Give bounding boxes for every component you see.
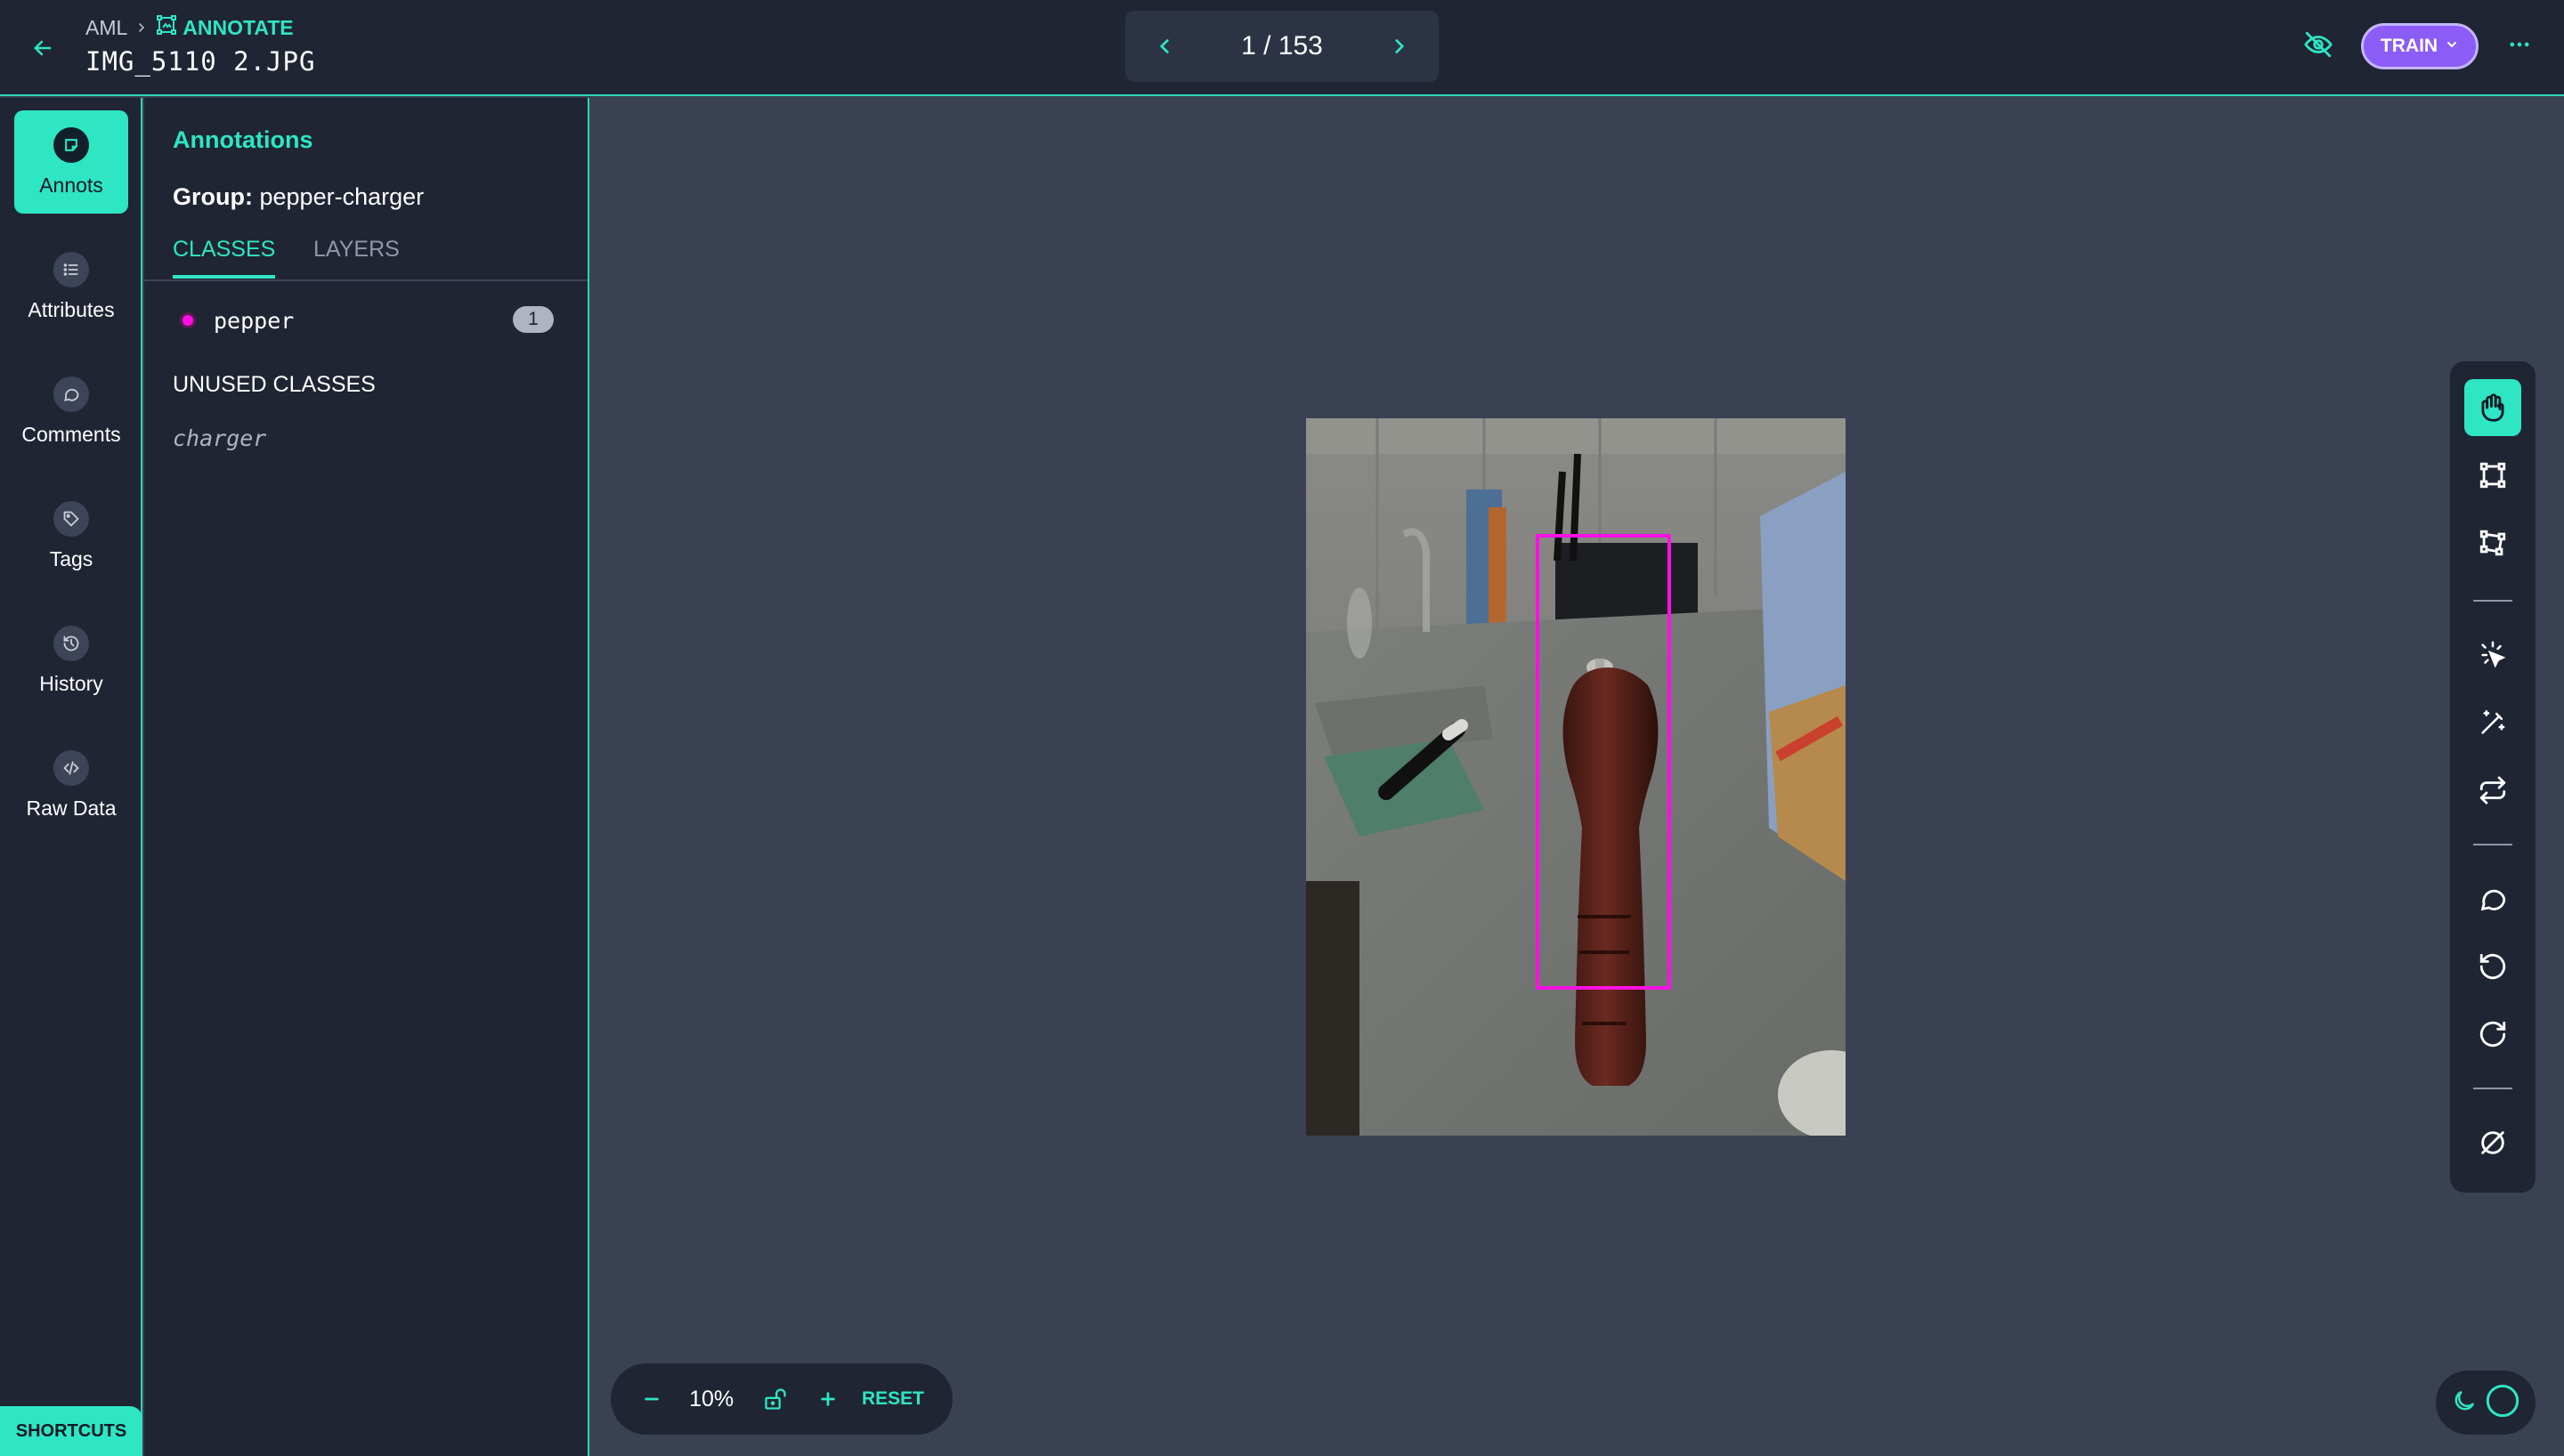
next-image-icon[interactable] <box>1383 30 1416 62</box>
annotations-panel: Annotations Group: pepper-charger CLASSE… <box>144 98 589 1456</box>
toolbar-divider <box>2473 600 2512 602</box>
zoom-controls: 10% RESET <box>611 1363 953 1435</box>
toolbar-divider <box>2473 844 2512 845</box>
polygon-icon[interactable] <box>2464 514 2521 571</box>
panel-title: Annotations <box>173 126 313 153</box>
unused-classes-title: UNUSED CLASSES <box>173 372 376 397</box>
class-color-dot <box>180 312 196 328</box>
more-options-icon[interactable] <box>2502 27 2537 62</box>
shortcuts-button[interactable]: SHORTCUTS <box>0 1406 142 1456</box>
train-button[interactable]: TRAIN <box>2361 23 2479 69</box>
toggle-knob-icon <box>2485 1383 2520 1423</box>
list-icon <box>53 251 89 287</box>
nav-item-attributes[interactable]: Attributes <box>14 235 128 338</box>
group-line: Group: pepper-charger <box>173 183 424 211</box>
hand-icon[interactable] <box>2464 379 2521 436</box>
class-name: pepper <box>214 307 295 334</box>
comment-icon <box>53 376 89 412</box>
comment-icon[interactable] <box>2464 870 2521 927</box>
magic-select-icon[interactable] <box>2464 627 2521 684</box>
nav-item-raw-data[interactable]: Raw Data <box>14 733 128 837</box>
hide-annotations-icon[interactable] <box>2300 27 2336 62</box>
nav-item-label: History <box>39 671 103 695</box>
history-icon <box>53 625 89 661</box>
undo-icon[interactable] <box>2464 938 2521 995</box>
unused-class-item[interactable]: charger <box>173 425 266 451</box>
file-title: IMG_5110 2.JPG <box>85 46 316 77</box>
clear-icon[interactable] <box>2464 1114 2521 1171</box>
breadcrumb: AML ANNOTATE <box>85 14 294 41</box>
breadcrumb-current-label: ANNOTATE <box>183 15 294 39</box>
toolbar-divider <box>2473 1088 2512 1089</box>
zoom-in-icon[interactable] <box>815 1385 840 1413</box>
group-value: pepper-charger <box>259 183 425 210</box>
nav-item-label: Attributes <box>28 297 115 321</box>
annotation-icon <box>53 126 89 163</box>
image-pager: 1 / 153 <box>1125 11 1439 82</box>
nav-item-annots[interactable]: Annots <box>14 110 128 214</box>
top-header: AML ANNOTATE IMG_5110 2.JPG 1 / 153 TRAI… <box>0 0 2564 96</box>
tool-palette <box>2450 361 2536 1193</box>
redo-icon[interactable] <box>2464 1006 2521 1063</box>
theme-toggle[interactable] <box>2436 1371 2536 1435</box>
nav-item-label: Comments <box>21 422 121 446</box>
chevron-down-icon <box>2445 36 2459 57</box>
unlock-icon[interactable] <box>762 1384 789 1414</box>
nav-item-tags[interactable]: Tags <box>14 484 128 587</box>
pager-label: 1 / 153 <box>1241 31 1323 61</box>
magic-wand-icon[interactable] <box>2464 694 2521 751</box>
annotate-icon <box>156 14 177 41</box>
code-icon <box>53 749 89 786</box>
bounding-box-icon[interactable] <box>2464 447 2521 504</box>
tab-classes[interactable]: CLASSES <box>173 237 276 279</box>
breadcrumb-current: ANNOTATE <box>156 14 294 41</box>
moon-icon <box>2451 1387 2478 1419</box>
swap-icon[interactable] <box>2464 762 2521 819</box>
group-label: Group: <box>173 183 253 210</box>
chevron-right-icon <box>134 20 149 35</box>
breadcrumb-root[interactable]: AML <box>85 16 127 40</box>
train-label: TRAIN <box>2380 36 2438 56</box>
tag-icon <box>53 500 89 537</box>
nav-item-comments[interactable]: Comments <box>14 360 128 463</box>
zoom-out-icon[interactable] <box>639 1385 664 1413</box>
zoom-level: 10% <box>689 1386 734 1412</box>
back-arrow-icon[interactable] <box>27 32 59 64</box>
panel-tabs: CLASSES LAYERS <box>144 233 588 281</box>
class-count-badge: 1 <box>513 306 554 333</box>
left-nav: Annots Attributes Comments Tags History … <box>0 98 142 1456</box>
nav-item-history[interactable]: History <box>14 609 128 712</box>
tab-layers[interactable]: LAYERS <box>313 237 400 263</box>
previous-image-icon[interactable] <box>1148 30 1181 62</box>
reset-zoom-button[interactable]: RESET <box>862 1388 924 1410</box>
nav-item-label: Tags <box>49 546 93 570</box>
class-row[interactable]: pepper 1 <box>180 304 554 336</box>
nav-item-label: Annots <box>39 173 103 197</box>
bounding-box-pepper[interactable] <box>1536 534 1671 990</box>
nav-item-label: Raw Data <box>26 796 117 820</box>
